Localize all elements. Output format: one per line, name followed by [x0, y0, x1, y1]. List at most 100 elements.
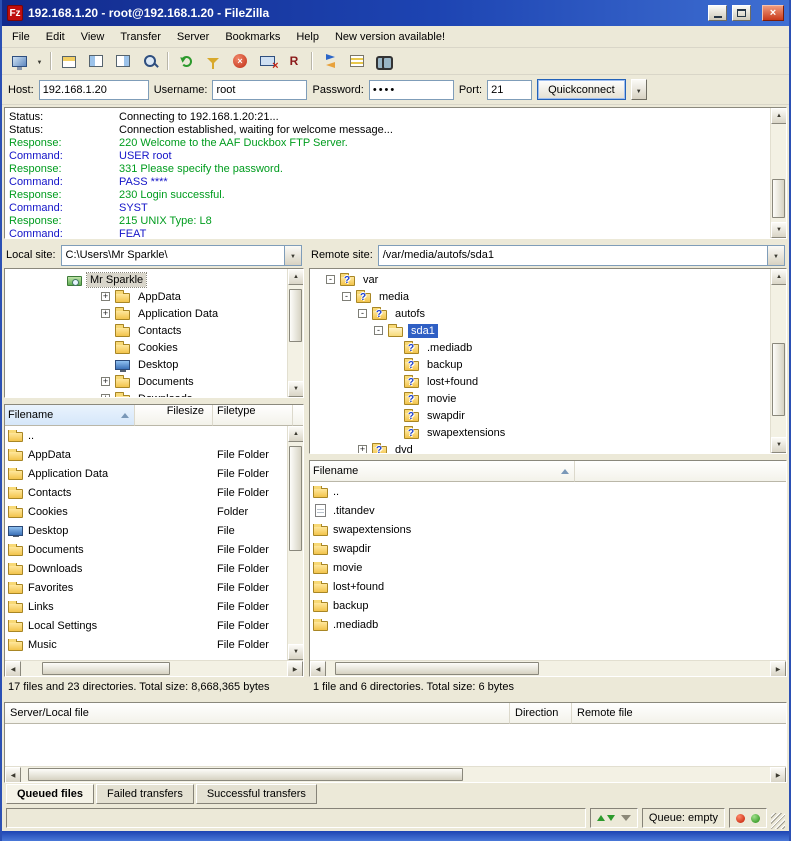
chevron-down-icon[interactable] [767, 246, 784, 265]
tree-item[interactable]: media [310, 288, 770, 305]
tree-item[interactable]: lost+found [310, 373, 770, 390]
transfer-arrows-icon[interactable] [597, 812, 615, 824]
scroll-down-button[interactable] [771, 437, 787, 453]
filter-indicator-icon[interactable] [621, 815, 631, 821]
tree-item[interactable]: swapdir [310, 407, 770, 424]
password-input[interactable] [369, 80, 454, 100]
resize-grip[interactable] [771, 813, 785, 829]
scroll-thumb[interactable] [289, 446, 302, 551]
scroll-left-button[interactable] [5, 767, 21, 783]
tree-item[interactable]: movie [310, 390, 770, 407]
close-button[interactable] [762, 5, 784, 21]
file-row[interactable]: movie [310, 558, 786, 577]
remote-list-horizontal-scrollbar[interactable] [310, 660, 786, 676]
tree-item[interactable]: dvd [310, 441, 770, 453]
menu-item[interactable]: New version available! [327, 28, 453, 46]
site-manager-dropdown[interactable] [33, 50, 46, 72]
file-row[interactable]: Favorites File Folder [5, 578, 287, 597]
tree-item[interactable]: Contacts [5, 322, 287, 339]
file-row[interactable]: .mediadb [310, 615, 786, 634]
menu-item[interactable]: Transfer [112, 28, 169, 46]
scroll-track[interactable] [288, 285, 303, 381]
scroll-track[interactable] [771, 285, 786, 437]
column-header-direction[interactable]: Direction [510, 703, 572, 724]
file-row[interactable]: Documents File Folder [5, 540, 287, 559]
toggle-queue-button[interactable] [137, 50, 163, 72]
quickconnect-dropdown[interactable] [631, 79, 647, 100]
column-header-filename[interactable]: Filename [310, 461, 575, 482]
scroll-left-button[interactable] [310, 661, 326, 677]
toggle-remote-tree-button[interactable] [110, 50, 136, 72]
tree-item[interactable]: Application Data [5, 305, 287, 322]
scroll-up-button[interactable] [288, 426, 303, 442]
queue-tab[interactable]: Queued files [6, 784, 94, 804]
minimize-button[interactable] [708, 5, 727, 21]
file-row[interactable]: Downloads File Folder [5, 559, 287, 578]
maximize-button[interactable] [732, 5, 751, 21]
scroll-track[interactable] [326, 661, 770, 676]
file-row[interactable]: Local Settings File Folder [5, 616, 287, 635]
file-row[interactable]: Contacts File Folder [5, 483, 287, 502]
expander-icon[interactable] [101, 309, 110, 318]
scroll-up-button[interactable] [771, 269, 787, 285]
column-header-filesize[interactable]: Filesize [135, 405, 213, 426]
quickconnect-button[interactable]: Quickconnect [537, 79, 626, 100]
scroll-thumb[interactable] [289, 289, 302, 342]
scroll-thumb[interactable] [772, 343, 785, 416]
scroll-down-button[interactable] [288, 381, 304, 397]
scroll-up-button[interactable] [771, 108, 787, 124]
menu-item[interactable]: Bookmarks [217, 28, 288, 46]
reconnect-button[interactable]: R [281, 50, 307, 72]
file-row[interactable]: Application Data File Folder [5, 464, 287, 483]
menu-item[interactable]: Edit [38, 28, 73, 46]
file-row[interactable]: Links File Folder [5, 597, 287, 616]
scroll-right-button[interactable] [770, 767, 786, 783]
file-row[interactable]: .. [5, 426, 287, 445]
file-row[interactable]: backup [310, 596, 786, 615]
file-row[interactable]: swapdir [310, 539, 786, 558]
disconnect-button[interactable] [254, 50, 280, 72]
cancel-button[interactable] [227, 50, 253, 72]
menu-item[interactable]: File [4, 28, 38, 46]
port-input[interactable] [487, 80, 532, 100]
file-row[interactable]: lost+found [310, 577, 786, 596]
scroll-right-button[interactable] [287, 661, 303, 677]
scroll-track[interactable] [771, 124, 786, 222]
expander-icon[interactable] [101, 292, 110, 301]
filter-button[interactable] [200, 50, 226, 72]
menu-item[interactable]: Help [288, 28, 327, 46]
expander-icon[interactable] [358, 309, 367, 318]
queue-tab[interactable]: Failed transfers [96, 784, 194, 804]
expander-icon[interactable] [358, 445, 367, 453]
scroll-up-button[interactable] [288, 269, 304, 285]
tree-item[interactable]: Desktop [5, 356, 287, 373]
expander-icon[interactable] [101, 394, 110, 397]
tree-item[interactable]: autofs [310, 305, 770, 322]
chevron-down-icon[interactable] [284, 246, 301, 265]
scroll-thumb[interactable] [772, 179, 785, 218]
menu-item[interactable]: View [73, 28, 113, 46]
tree-item[interactable]: Mr Sparkle [5, 271, 287, 288]
find-files-button[interactable] [371, 50, 397, 72]
menu-item[interactable]: Server [169, 28, 217, 46]
tree-item[interactable]: var [310, 271, 770, 288]
file-row[interactable]: Desktop File [5, 521, 287, 540]
local-list-horizontal-scrollbar[interactable] [5, 660, 303, 676]
tree-item[interactable]: backup [310, 356, 770, 373]
expander-icon[interactable] [342, 292, 351, 301]
file-row[interactable]: Cookies Folder [5, 502, 287, 521]
local-tree-vertical-scrollbar[interactable] [287, 269, 303, 397]
file-row[interactable]: .titandev [310, 501, 786, 520]
column-header-server-local-file[interactable]: Server/Local file [5, 703, 510, 724]
local-list-vertical-scrollbar[interactable] [287, 426, 303, 660]
column-header-remote-file[interactable]: Remote file [572, 703, 786, 724]
scroll-right-button[interactable] [770, 661, 786, 677]
scroll-left-button[interactable] [5, 661, 21, 677]
column-header-filename[interactable]: Filename [5, 405, 135, 426]
synchronized-browsing-button[interactable] [344, 50, 370, 72]
file-row[interactable]: Music File Folder [5, 635, 287, 654]
scroll-down-button[interactable] [771, 222, 787, 238]
scroll-thumb[interactable] [335, 662, 539, 675]
local-site-combobox[interactable]: C:\Users\Mr Sparkle\ [61, 245, 302, 266]
tree-item[interactable]: .mediadb [310, 339, 770, 356]
